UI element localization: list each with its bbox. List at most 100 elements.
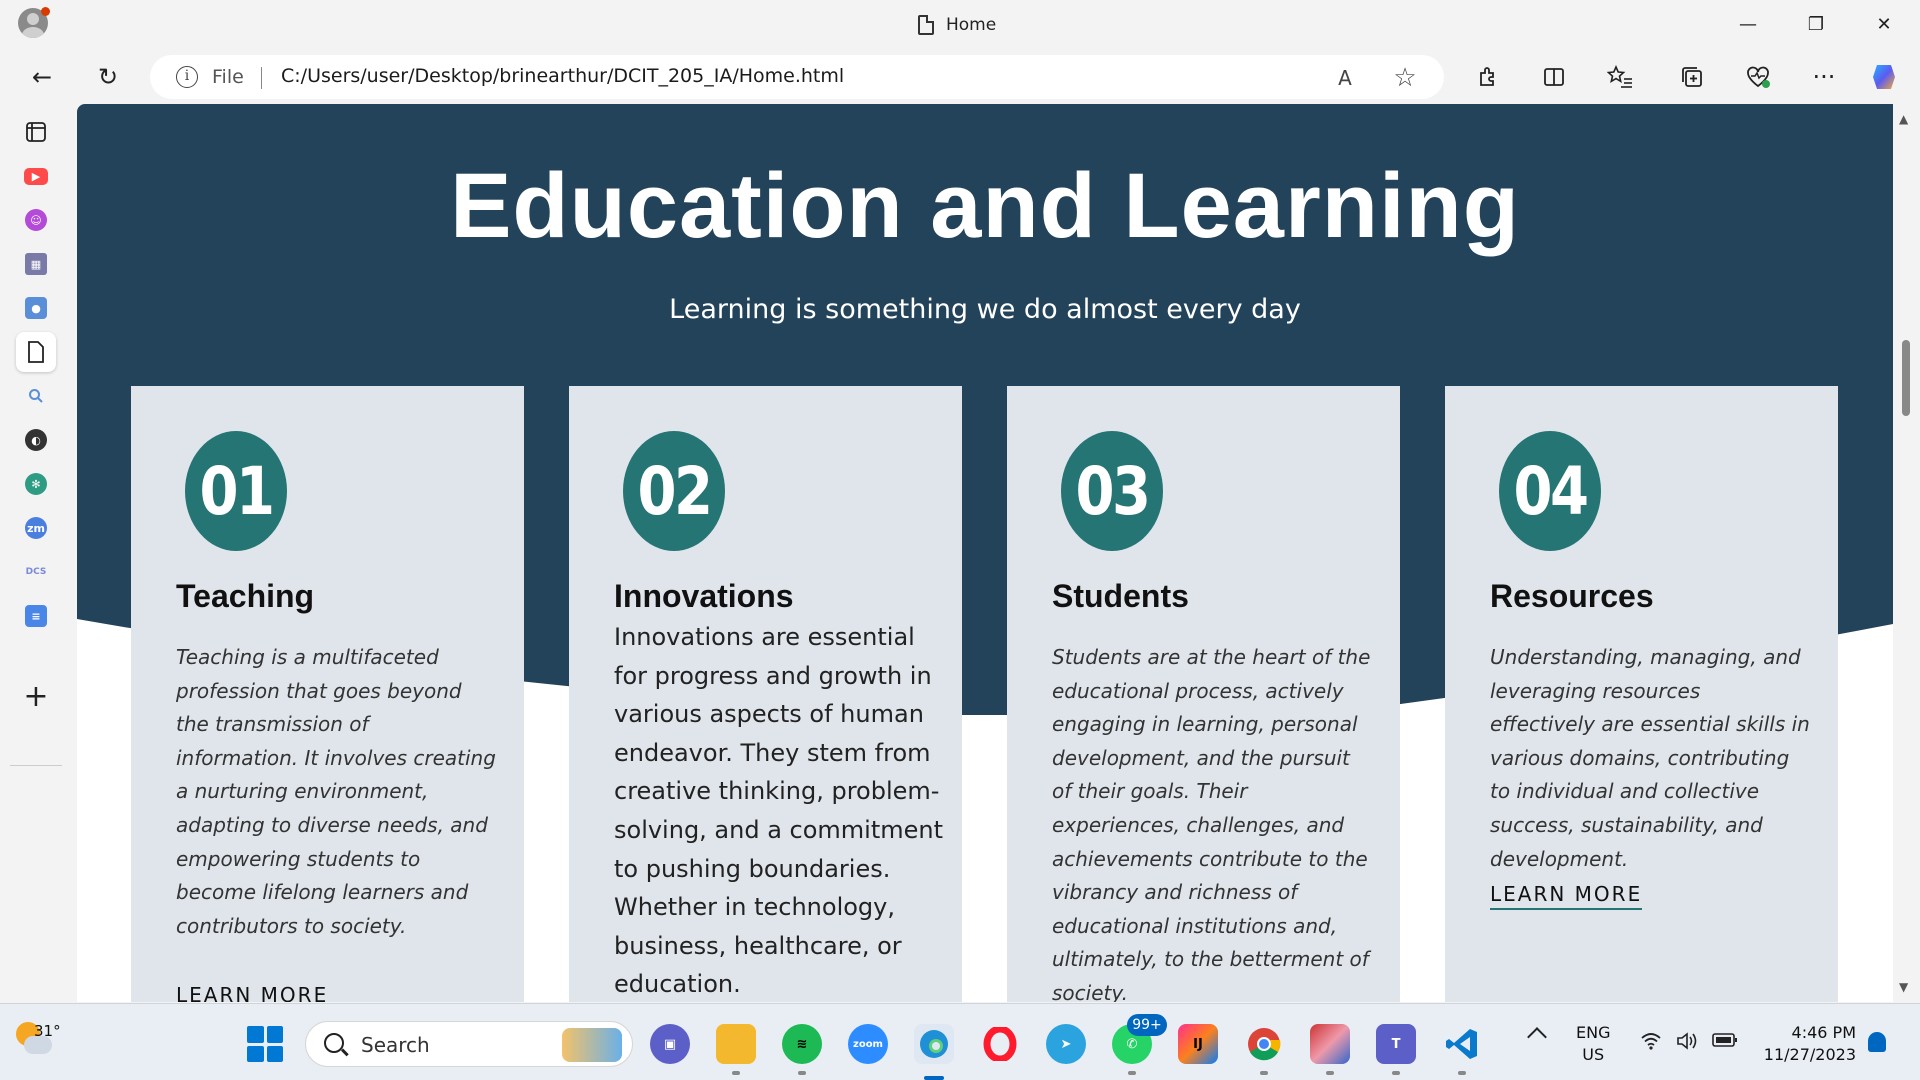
tab-actions-icon[interactable] <box>16 112 56 152</box>
tab-actions-glyph <box>26 122 46 142</box>
edge-browser-icon[interactable] <box>914 1024 954 1064</box>
extensions-button[interactable] <box>1468 58 1508 96</box>
close-button[interactable]: ✕ <box>1850 0 1918 48</box>
teams-chat-icon[interactable]: ▣ <box>650 1024 690 1064</box>
show-hidden-icons-chevron[interactable] <box>1527 1027 1547 1047</box>
collections-button[interactable] <box>1672 58 1712 96</box>
windows-logo-pane <box>247 1045 264 1062</box>
building-icon[interactable]: ▦ <box>16 244 56 284</box>
battery-icon[interactable] <box>1712 1032 1738 1053</box>
file-explorer-icon[interactable] <box>716 1024 756 1064</box>
wifi-icon[interactable] <box>1640 1032 1662 1055</box>
dcs-label: DCS <box>25 567 47 577</box>
github-icon[interactable]: ◐ <box>16 420 56 460</box>
zoom-app-icon[interactable]: zoom <box>848 1024 888 1064</box>
opera-icon[interactable] <box>980 1024 1020 1064</box>
taskbar-search[interactable]: Search <box>305 1021 633 1067</box>
browser-toolbar: ← ↻ i File C:/Users/user/Desktop/brinear… <box>0 50 1920 104</box>
url-text[interactable]: C:/Users/user/Desktop/brinearthur/DCIT_2… <box>281 65 844 87</box>
card-number-badge: 04 <box>1499 431 1601 551</box>
card-title: Students <box>1052 578 1189 614</box>
notification-bell-icon[interactable] <box>1868 1032 1886 1052</box>
windows-logo-pane <box>266 1026 283 1043</box>
card-number-badge: 01 <box>185 431 287 551</box>
read-aloud-icon[interactable]: A <box>1330 63 1360 93</box>
vscode-icon[interactable] <box>1442 1024 1482 1064</box>
split-screen-button[interactable] <box>1534 58 1574 96</box>
clock[interactable]: 4:46 PM 11/27/2023 <box>1758 1022 1856 1066</box>
start-button[interactable] <box>247 1026 283 1062</box>
collections-icon <box>1682 67 1702 87</box>
region-code: US <box>1582 1045 1605 1064</box>
document-icon <box>918 15 934 35</box>
search-icon[interactable] <box>16 376 56 416</box>
chatgpt-icon[interactable]: ✻ <box>16 464 56 504</box>
info-icon[interactable]: i <box>176 66 198 88</box>
wifi-glyph <box>1641 1033 1661 1050</box>
edge-sidebar: ▶ ☺ ▦ ● ◐ ✻ zm DCS ≡ + <box>0 104 72 1004</box>
active-tab[interactable]: Home <box>918 12 996 38</box>
learn-more-link[interactable]: LEARN MORE <box>176 983 328 1002</box>
card-description: Understanding, managing, and leveraging … <box>1490 645 1810 871</box>
contacts-icon[interactable]: ● <box>16 288 56 328</box>
search-highlight-icon <box>562 1028 622 1062</box>
page-title: Education and Learning <box>450 155 1520 257</box>
chrome-logo-icon <box>1248 1028 1281 1061</box>
minimize-button[interactable]: — <box>1714 0 1782 48</box>
youtube-icon[interactable]: ▶ <box>16 156 56 196</box>
puzzle-icon <box>1480 67 1494 86</box>
copilot-button[interactable] <box>1866 58 1906 96</box>
clock-time: 4:46 PM <box>1791 1023 1856 1042</box>
zoom-icon[interactable]: zm <box>16 508 56 548</box>
restore-button[interactable]: ❐ <box>1782 0 1850 48</box>
intellij-icon[interactable]: IJ <box>1178 1024 1218 1064</box>
card-description: Innovations are essential for progress a… <box>614 623 944 999</box>
language-indicator[interactable]: ENG US <box>1576 1022 1610 1066</box>
zoom-label: zm <box>25 517 47 539</box>
spotify-icon[interactable]: ≋ <box>782 1024 822 1064</box>
card-number-badge: 03 <box>1061 431 1163 551</box>
favorites-button[interactable] <box>1600 58 1640 96</box>
reload-button[interactable]: ↻ <box>88 58 128 96</box>
scroll-down-arrow[interactable]: ▼ <box>1899 980 1908 994</box>
scroll-thumb[interactable] <box>1902 340 1910 416</box>
running-indicator <box>1260 1071 1268 1075</box>
document-glyph <box>28 341 44 363</box>
search-label: Search <box>361 1033 430 1057</box>
dcs-icon[interactable]: DCS <box>16 552 56 592</box>
teams-icon[interactable]: T <box>1376 1024 1416 1064</box>
running-indicator <box>1326 1071 1334 1075</box>
heart-pulse-icon <box>1747 66 1770 88</box>
vscode-logo-icon <box>1446 1029 1477 1059</box>
game-app-icon[interactable] <box>1310 1024 1350 1064</box>
card-title: Teaching <box>176 578 315 614</box>
add-sidebar-app-button[interactable]: + <box>16 676 56 716</box>
chrome-icon[interactable] <box>1244 1024 1284 1064</box>
magnifier-glyph <box>29 389 43 403</box>
scroll-up-arrow[interactable]: ▲ <box>1899 112 1908 126</box>
favorite-star-icon[interactable]: ☆ <box>1390 63 1420 93</box>
address-bar[interactable]: i File C:/Users/user/Desktop/brinearthur… <box>150 55 1444 99</box>
card-students: 03 Students Students are at the heart of… <box>1007 386 1400 1002</box>
whatsapp-unread-badge: 99+ <box>1127 1014 1167 1036</box>
clock-date: 11/27/2023 <box>1763 1045 1856 1064</box>
profile-notification-dot <box>41 7 50 16</box>
more-menu-button[interactable]: ··· <box>1804 58 1844 96</box>
battery-glyph <box>1712 1033 1737 1047</box>
volume-icon[interactable] <box>1676 1032 1698 1055</box>
edge-logo-icon <box>920 1030 948 1058</box>
learn-more-link[interactable]: LEARN MORE <box>1490 882 1643 910</box>
windows-logo-pane <box>247 1026 264 1043</box>
notes-icon[interactable]: ≡ <box>16 596 56 636</box>
split-screen-icon <box>1544 68 1564 86</box>
favorites-list-icon <box>1607 65 1632 88</box>
page-scrollbar[interactable]: ▲ ▼ <box>1893 104 1920 1002</box>
back-button[interactable]: ← <box>22 58 62 96</box>
card-teaching: 01 Teaching Teaching is a multifaceted p… <box>131 386 524 1002</box>
chat-bot-icon[interactable]: ☺ <box>16 200 56 240</box>
browser-essentials-button[interactable] <box>1738 58 1778 96</box>
scheme-label: File <box>212 66 244 88</box>
temperature: 31° <box>34 1022 61 1040</box>
telegram-icon[interactable]: ➤ <box>1046 1024 1086 1064</box>
document-icon[interactable] <box>16 332 56 372</box>
